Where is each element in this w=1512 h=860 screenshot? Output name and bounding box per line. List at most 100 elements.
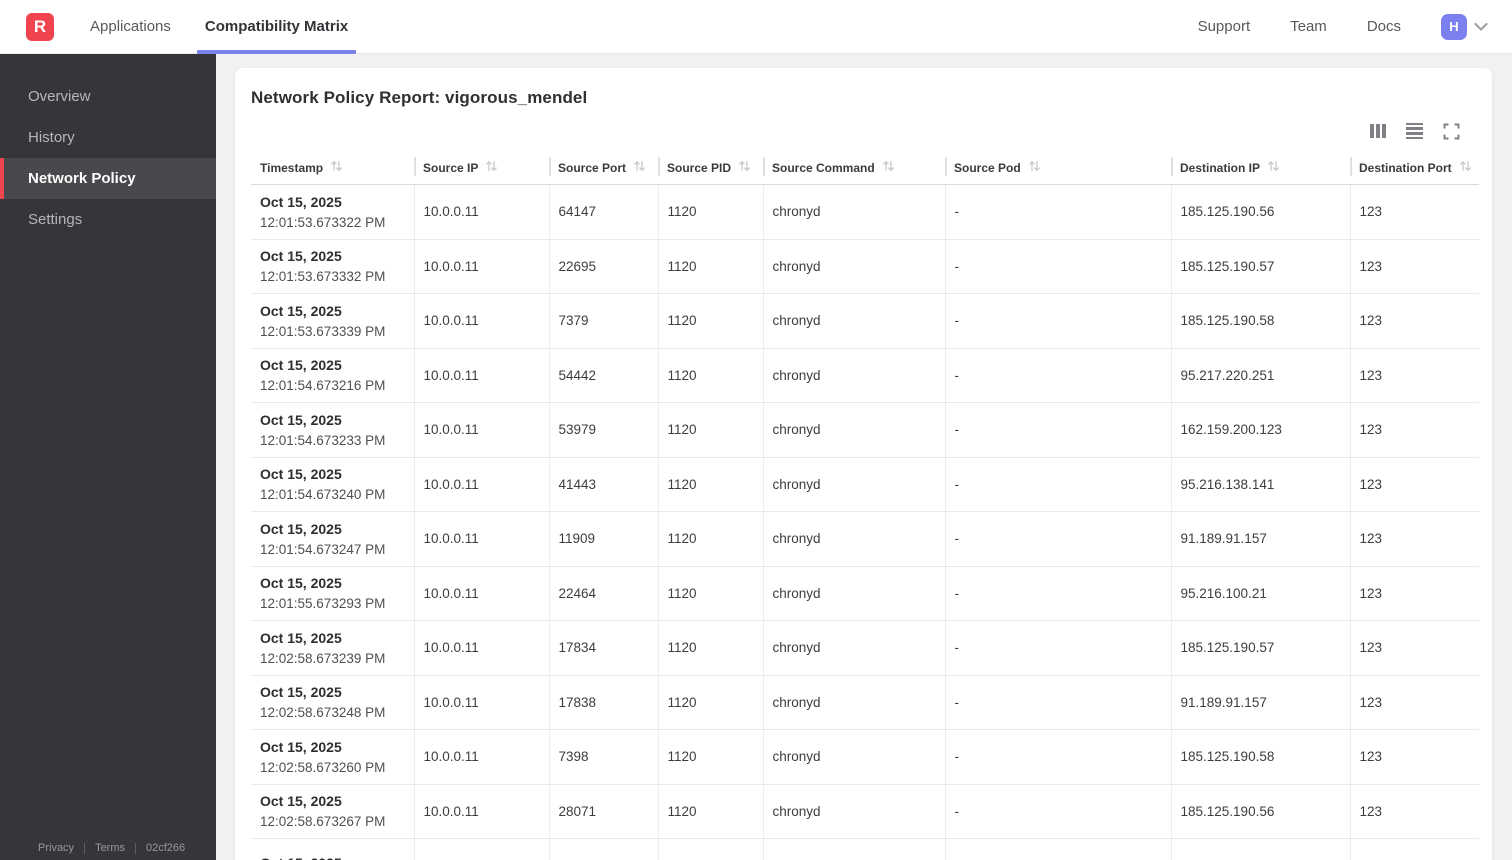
cell-source_port: 54442 xyxy=(548,348,658,403)
cell-destination_ip: 95.216.100.21 xyxy=(1170,566,1350,621)
link-support[interactable]: Support xyxy=(1198,18,1251,35)
cell-source_command: chronyd xyxy=(762,784,945,839)
cell-source_pid: 1120 xyxy=(657,729,763,785)
sort-icon xyxy=(1267,160,1280,175)
cell-source_port: 17834 xyxy=(548,620,658,676)
cell-source_pid: 1120 xyxy=(657,293,763,349)
row-view-icon[interactable] xyxy=(1406,122,1423,140)
fullscreen-icon[interactable] xyxy=(1443,123,1460,140)
avatar[interactable]: H xyxy=(1441,13,1467,40)
cell-source_pid: 1120 xyxy=(657,402,763,458)
cell-timestamp: Oct 15, 2025 12:01:54.673240 PM xyxy=(251,457,414,512)
cell-source_pod: - xyxy=(944,784,1171,839)
column-label: Source Command xyxy=(772,160,875,175)
cell-source_pid: 1120 xyxy=(657,620,763,676)
nav-tabs: Applications Compatibility Matrix xyxy=(90,0,357,54)
cell-source_port: 53979 xyxy=(548,402,658,458)
column-header-source-pod[interactable]: Source Pod xyxy=(945,156,1171,185)
cell-destination_port: 123 xyxy=(1349,784,1479,839)
cell-source_ip: 10.0.0.11 xyxy=(413,566,549,621)
cell-source_command: chronyd xyxy=(762,457,945,512)
cell-source_pod: - xyxy=(944,566,1171,621)
column-header-source-command[interactable]: Source Command xyxy=(763,156,945,185)
sort-icon xyxy=(485,160,498,175)
cell-source_pod: - xyxy=(944,675,1171,730)
table-row: Oct 15, 2025 12:01:54.673233 PM 10.0.0.11 5… xyxy=(251,402,1479,458)
topbar-right: Support Team Docs H xyxy=(1198,13,1512,40)
cell-destination_ip: 91.189.91.157 xyxy=(1170,675,1350,730)
column-header-destination-port[interactable]: Destination Port xyxy=(1350,156,1479,185)
chevron-down-icon[interactable] xyxy=(1474,22,1488,31)
link-team[interactable]: Team xyxy=(1290,18,1327,35)
sidebar-item-history[interactable]: History xyxy=(0,117,216,158)
column-header-timestamp[interactable]: Timestamp xyxy=(251,156,414,185)
table-row: Oct 15, 2025 12:01:54.673216 PM 10.0.0.11 5… xyxy=(251,348,1479,403)
cell-source_pod: - xyxy=(944,239,1171,294)
cell-source_ip: 10.0.0.11 xyxy=(413,620,549,676)
table-header-row: Timestamp Source IP Source Port Source PID S… xyxy=(251,156,1479,185)
privacy-link[interactable]: Privacy xyxy=(38,842,74,854)
cell-timestamp: Oct 15, 2025 12:01:53.673339 PM xyxy=(251,293,414,349)
cell-source_command: chronyd xyxy=(762,675,945,730)
column-header-source-pid[interactable]: Source PID xyxy=(658,156,763,185)
column-header-source-port[interactable]: Source Port xyxy=(549,156,658,185)
cell-source_pid: 1120 xyxy=(657,457,763,512)
table-row: Oct 15, 2025 12:01:53.673332 PM 10.0.0.11 2… xyxy=(251,239,1479,294)
cell-source_ip: 10.0.0.11 xyxy=(413,239,549,294)
cell-source_port: 41443 xyxy=(548,457,658,512)
cell-source_pod: - xyxy=(944,293,1171,349)
cell-source_ip xyxy=(413,838,549,860)
cell-destination_port: 123 xyxy=(1349,402,1479,458)
cell-source_command: chronyd xyxy=(762,729,945,785)
table-row: Oct 15, 2025 12:02:58.673248 PM 10.0.0.11 1… xyxy=(251,675,1479,730)
table-row: Oct 15, 2025 12:01:53.673339 PM 10.0.0.11 7… xyxy=(251,293,1479,349)
sort-icon xyxy=(1028,160,1041,175)
cell-source_pod: - xyxy=(944,511,1171,567)
cell-timestamp: Oct 15, 2025 12:02:58.673239 PM xyxy=(251,620,414,676)
cell-source_port: 22464 xyxy=(548,566,658,621)
column-label: Source PID xyxy=(667,160,732,175)
cell-timestamp: Oct 15, 2025 12:01:53.673322 PM xyxy=(251,184,414,240)
sidebar-item-network-policy[interactable]: Network Policy xyxy=(0,158,216,199)
cell-destination_port: 123 xyxy=(1349,729,1479,785)
report-card: Network Policy Report: vigorous_mendel T… xyxy=(235,68,1492,860)
build-id: 02cf266 xyxy=(146,842,186,854)
cell-source_command: chronyd xyxy=(762,348,945,403)
cell-destination_port: 123 xyxy=(1349,457,1479,512)
cell-source_port: 17838 xyxy=(548,675,658,730)
cell-destination_ip: 95.217.220.251 xyxy=(1170,348,1350,403)
cell-source_command: chronyd xyxy=(762,566,945,621)
columns-view-icon[interactable] xyxy=(1370,124,1386,138)
page-title: Network Policy Report: vigorous_mendel xyxy=(251,88,588,107)
tab-compatibility-matrix[interactable]: Compatibility Matrix xyxy=(196,0,357,54)
cell-source_pid: 1120 xyxy=(657,511,763,567)
link-docs[interactable]: Docs xyxy=(1367,18,1401,35)
cell-source_pod: - xyxy=(944,457,1171,512)
table-row: Oct 15, 2025 xyxy=(251,838,1479,860)
table-body: Oct 15, 2025 12:01:53.673322 PM 10.0.0.11 6… xyxy=(251,184,1479,860)
cell-source_ip: 10.0.0.11 xyxy=(413,784,549,839)
logo-letter: R xyxy=(33,16,47,36)
sidebar-items: Overview History Network Policy Settings xyxy=(0,54,216,240)
cell-timestamp: Oct 15, 2025 12:02:58.673248 PM xyxy=(251,675,414,730)
cell-source_ip: 10.0.0.11 xyxy=(413,729,549,785)
sidebar-item-overview[interactable]: Overview xyxy=(0,76,216,117)
cell-destination_ip: 162.159.200.123 xyxy=(1170,402,1350,458)
table-row: Oct 15, 2025 12:01:55.673293 PM 10.0.0.11 2… xyxy=(251,566,1479,621)
cell-source_command: chronyd xyxy=(762,402,945,458)
column-header-source-ip[interactable]: Source IP xyxy=(414,156,549,185)
cell-source_pod xyxy=(944,838,1171,860)
cell-source_pod: - xyxy=(944,729,1171,785)
table-row: Oct 15, 2025 12:01:53.673322 PM 10.0.0.11 6… xyxy=(251,184,1479,240)
network-policy-table: Timestamp Source IP Source Port Source PID S… xyxy=(251,156,1479,860)
cell-source_port: 7379 xyxy=(548,293,658,349)
sidebar-item-settings[interactable]: Settings xyxy=(0,199,216,240)
cell-source_pod: - xyxy=(944,184,1171,240)
terms-link[interactable]: Terms xyxy=(95,842,125,854)
tab-applications[interactable]: Applications xyxy=(90,0,171,54)
cell-destination_port: 123 xyxy=(1349,348,1479,403)
main-content: Network Policy Report: vigorous_mendel T… xyxy=(216,54,1512,860)
column-header-destination-ip[interactable]: Destination IP xyxy=(1171,156,1350,185)
cell-destination_ip: 185.125.190.57 xyxy=(1170,239,1350,294)
cell-timestamp: Oct 15, 2025 12:02:58.673260 PM xyxy=(251,729,414,785)
